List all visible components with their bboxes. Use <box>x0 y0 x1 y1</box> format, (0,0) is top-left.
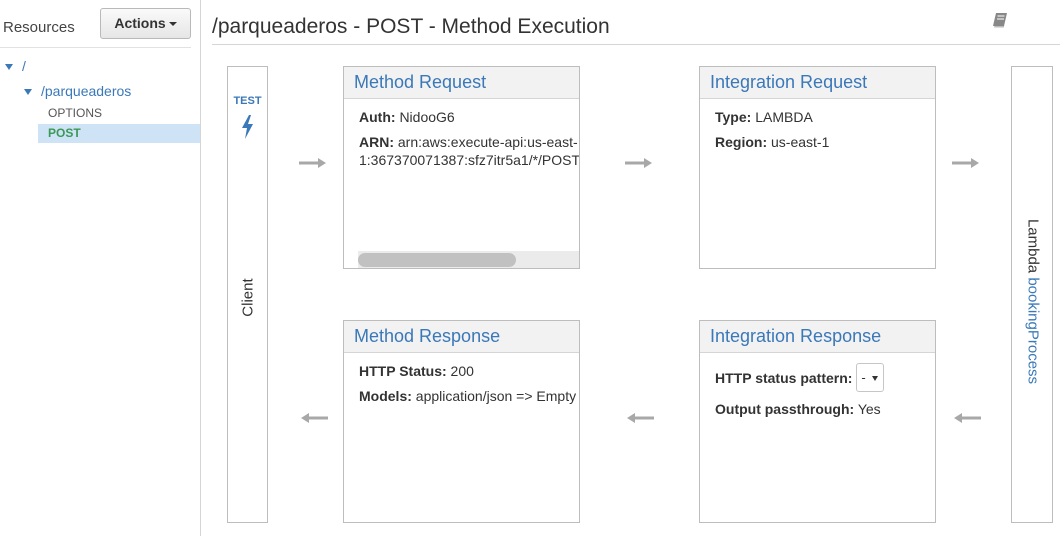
output-passthrough-label: Output passthrough: <box>715 401 855 417</box>
tree-item-root[interactable]: / <box>5 58 26 74</box>
arn-row: ARN: arn:aws:execute-api:us-east- <box>359 134 578 150</box>
actions-label: Actions <box>114 15 166 31</box>
status-pattern-value: - <box>861 370 866 385</box>
status-pattern-select[interactable]: - <box>856 363 885 392</box>
http-status-row: HTTP Status: 200 <box>359 363 474 379</box>
actions-button[interactable]: Actions <box>100 8 191 39</box>
tree-item-post[interactable]: POST <box>38 124 200 143</box>
region-label: Region: <box>715 134 768 150</box>
tree-item-parqueaderos[interactable]: /parqueaderos <box>24 83 131 99</box>
lambda-column: Lambda bookingProcess <box>1011 66 1053 523</box>
horizontal-scrollbar[interactable] <box>358 251 579 268</box>
resources-pane: Resources Actions / /parqueaderos OPTION… <box>0 0 201 536</box>
method-response-box: Method Response HTTP Status: 200 Models:… <box>343 320 580 523</box>
test-link[interactable]: TEST <box>228 95 267 107</box>
page-title: /parqueaderos - POST - Method Execution <box>212 15 610 38</box>
output-passthrough-value: Yes <box>857 401 881 417</box>
integration-request-box: Integration Request Type: LAMBDA Region:… <box>699 66 936 269</box>
models-label: Models: <box>359 388 412 404</box>
client-column: TEST Client <box>227 66 268 523</box>
client-label: Client <box>239 278 257 317</box>
header-divider <box>212 44 1060 45</box>
expand-triangle-icon[interactable] <box>5 64 13 71</box>
type-value: LAMBDA <box>755 109 813 125</box>
integration-request-title[interactable]: Integration Request <box>700 67 935 99</box>
auth-row: Auth: NidooG6 <box>359 109 455 125</box>
arn-value: arn:aws:execute-api:us-east- <box>397 134 578 150</box>
arrow-right-icon <box>625 158 652 168</box>
arrow-left-icon <box>301 413 328 423</box>
integration-response-title[interactable]: Integration Response <box>700 321 935 353</box>
scrollbar-thumb[interactable] <box>358 253 516 267</box>
lambda-prefix: Lambda <box>1024 218 1042 278</box>
arn-label: ARN: <box>359 134 394 150</box>
auth-label: Auth: <box>359 109 396 125</box>
http-status-value: 200 <box>450 363 474 379</box>
models-row: Models: application/json => Empty <box>359 388 576 404</box>
status-pattern-label: HTTP status pattern: <box>715 370 853 387</box>
lightning-bolt-icon[interactable] <box>240 115 255 139</box>
method-request-title[interactable]: Method Request <box>344 67 579 99</box>
type-label: Type: <box>715 109 752 125</box>
integration-response-box: Integration Response HTTP status pattern… <box>699 320 936 523</box>
auth-value: NidooG6 <box>399 109 455 125</box>
http-status-label: HTTP Status: <box>359 363 447 379</box>
lambda-label: Lambda bookingProcess <box>1025 202 1042 402</box>
arrow-left-icon <box>954 413 981 423</box>
caret-down-icon <box>168 22 177 27</box>
models-value: application/json => Empty <box>415 388 577 404</box>
region-row: Region: us-east-1 <box>715 134 829 150</box>
lambda-function-link[interactable]: bookingProcess <box>1025 277 1042 384</box>
region-value: us-east-1 <box>771 134 830 150</box>
tree-item-options[interactable]: OPTIONS <box>48 106 102 120</box>
status-pattern-row: HTTP status pattern: - <box>715 363 885 394</box>
method-request-box: Method Request Auth: NidooG6 ARN: arn:aw… <box>343 66 580 269</box>
book-icon[interactable] <box>990 10 1010 30</box>
divider <box>0 47 191 48</box>
tree-item-label: / <box>22 58 26 74</box>
method-response-title[interactable]: Method Response <box>344 321 579 353</box>
expand-triangle-icon[interactable] <box>24 89 32 96</box>
arrow-right-icon <box>952 158 979 168</box>
tree-item-label: /parqueaderos <box>41 83 132 99</box>
caret-down-icon <box>872 376 879 381</box>
type-row: Type: LAMBDA <box>715 109 813 125</box>
arrow-right-icon <box>299 158 326 168</box>
arn-row-continued: 1:367370071387:sfz7itr5a1/*/POST <box>359 152 580 168</box>
output-passthrough-row: Output passthrough: Yes <box>715 401 881 417</box>
resources-title: Resources <box>3 19 75 36</box>
arrow-left-icon <box>627 413 654 423</box>
